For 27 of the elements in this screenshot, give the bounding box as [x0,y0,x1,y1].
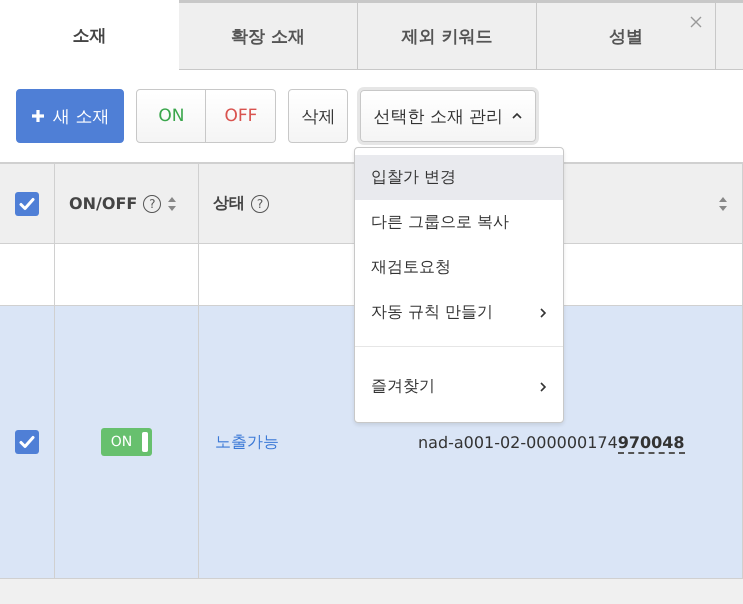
menu-item[interactable]: 입찰가 변경 [355,155,563,200]
item-id: nad-a001-02-000000174970048 [417,432,685,452]
sort-icon[interactable] [718,196,728,212]
chevron-right-icon [539,306,547,318]
help-icon[interactable]: ? [143,194,162,212]
checkbox[interactable] [15,192,39,216]
manage-dropdown[interactable]: 선택한 소재 관리 [360,90,536,142]
menu-item[interactable]: 재검토요청 [355,245,563,290]
tab[interactable]: 확장 소재 [179,0,358,70]
off-button[interactable]: OFF [206,89,276,143]
status-link[interactable]: 노출가능 [199,432,279,452]
sort-icon[interactable] [167,196,178,212]
plus-icon [31,109,45,123]
delete-button[interactable]: 삭제 [288,89,348,143]
column-header: 상태 [213,193,245,214]
chevron-right-icon [539,380,547,392]
tab[interactable]: 제외 키워드 [358,0,537,70]
checkbox[interactable] [15,430,39,454]
close-icon[interactable] [689,15,703,29]
column-header: ON/OFF [69,194,138,213]
menu-item[interactable]: 즐겨찾기 [355,346,563,415]
new-item-button[interactable]: 새 소재 [16,89,124,143]
menu-item[interactable]: 다른 그룹으로 복사 [355,200,563,245]
help-icon[interactable]: ? [251,194,269,212]
tab[interactable]: 성별 [537,0,716,70]
menu-item[interactable]: 자동 규칙 만들기 [355,290,563,335]
tab-bar-background [716,0,743,70]
